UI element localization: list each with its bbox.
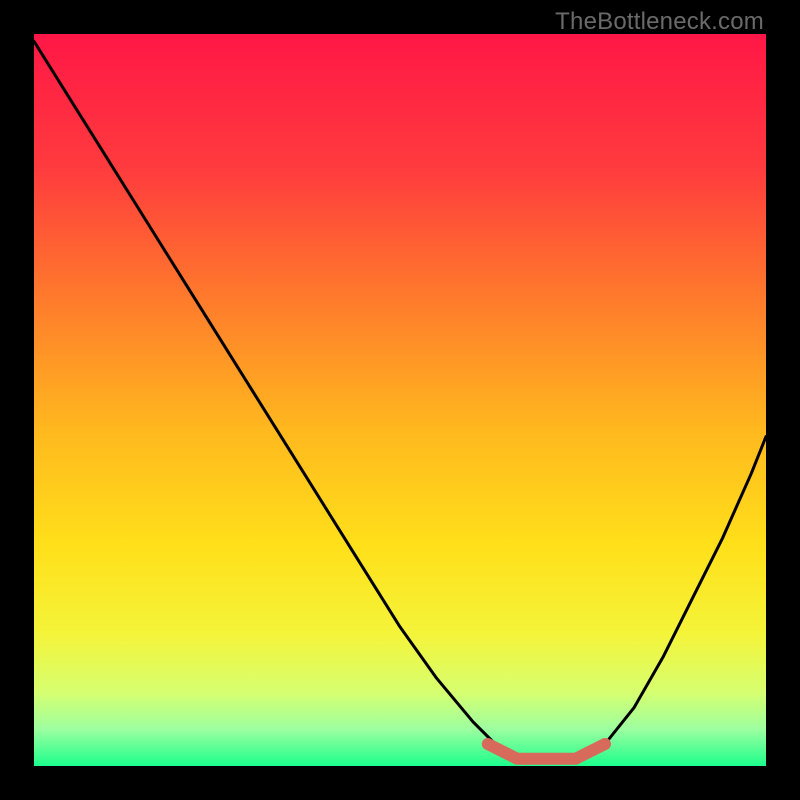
watermark-text: TheBottleneck.com: [555, 8, 764, 36]
heat-gradient-bg: [34, 34, 766, 766]
chart-plot-area: [34, 34, 766, 766]
gradient-rect: [34, 34, 766, 766]
